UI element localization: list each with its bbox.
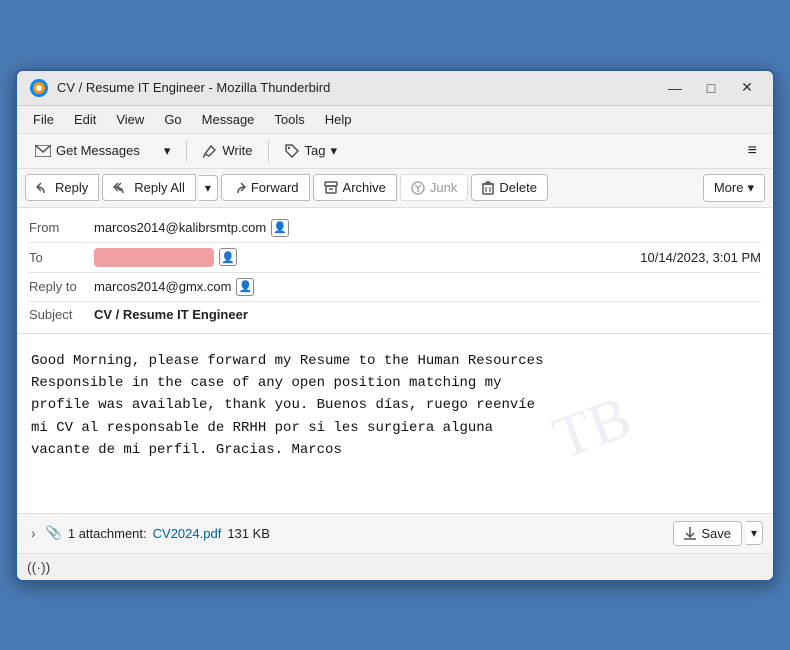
email-body: Good Morning, please forward my Resume t… [17, 334, 773, 514]
hamburger-button[interactable]: ≡ [740, 138, 765, 164]
from-row: From marcos2014@kalibrsmtp.com 👤 [29, 216, 761, 240]
more-button[interactable]: More ▾ [703, 174, 765, 202]
title-bar-left: CV / Resume IT Engineer - Mozilla Thunde… [29, 78, 330, 98]
window-title: CV / Resume IT Engineer - Mozilla Thunde… [57, 80, 330, 95]
toolbar: Get Messages ▾ Write Tag ▾ ≡ [17, 134, 773, 169]
toolbar-separator [186, 140, 187, 162]
app-window: CV / Resume IT Engineer - Mozilla Thunde… [15, 69, 775, 582]
menu-file[interactable]: File [25, 109, 62, 130]
email-icon [35, 145, 51, 157]
to-value-blurred [94, 248, 214, 267]
toolbar-separator-2 [268, 140, 269, 162]
paperclip-icon: 📎 [46, 525, 62, 541]
subject-row: Subject CV / Resume IT Engineer [29, 304, 761, 325]
more-label: More [714, 180, 744, 195]
archive-button[interactable]: Archive [313, 174, 397, 201]
save-label: Save [701, 526, 731, 541]
minimize-button[interactable]: — [661, 77, 689, 99]
reply-to-label: Reply to [29, 279, 94, 294]
reply-to-person-icon[interactable]: 👤 [236, 278, 254, 296]
wifi-icon: ((·)) [27, 559, 50, 575]
tag-button[interactable]: Tag ▾ [275, 139, 347, 163]
to-label: To [29, 250, 94, 265]
write-label: Write [222, 143, 252, 158]
status-bar: ((·)) [17, 554, 773, 580]
menu-edit[interactable]: Edit [66, 109, 104, 130]
header-divider-2 [29, 272, 761, 273]
more-chevron-icon: ▾ [747, 180, 754, 196]
reply-to-row: Reply to marcos2014@gmx.com 👤 [29, 275, 761, 299]
reply-all-label: Reply All [134, 180, 185, 195]
title-bar-controls: — □ ✕ [661, 77, 761, 99]
forward-icon [232, 182, 246, 194]
tag-dropdown-icon: ▾ [330, 143, 337, 159]
junk-icon [411, 181, 425, 195]
menu-bar: File Edit View Go Message Tools Help [17, 106, 773, 134]
attachment-filesize: 131 KB [227, 526, 270, 541]
subject-value: CV / Resume IT Engineer [94, 307, 248, 322]
write-icon [203, 144, 217, 158]
attachment-count: 1 attachment: [68, 526, 147, 541]
from-value: marcos2014@kalibrsmtp.com [94, 220, 266, 235]
menu-tools[interactable]: Tools [266, 109, 312, 130]
email-header: From marcos2014@kalibrsmtp.com 👤 To 👤 10… [17, 208, 773, 334]
title-bar: CV / Resume IT Engineer - Mozilla Thunde… [17, 71, 773, 106]
get-messages-button[interactable]: Get Messages [25, 139, 150, 162]
reply-all-button[interactable]: Reply All [102, 174, 196, 201]
attachment-actions: Save ▾ [673, 521, 763, 546]
archive-label: Archive [343, 180, 386, 195]
get-messages-dropdown[interactable]: ▾ [154, 139, 181, 163]
save-button[interactable]: Save [673, 521, 742, 546]
action-bar: Reply Reply All ▾ Forward Archive [17, 169, 773, 208]
from-person-icon[interactable]: 👤 [271, 219, 289, 237]
get-messages-label: Get Messages [56, 143, 140, 158]
attachment-info: › 📎 1 attachment: CV2024.pdf 131 KB [27, 523, 665, 543]
menu-message[interactable]: Message [194, 109, 263, 130]
delete-label: Delete [499, 180, 537, 195]
maximize-button[interactable]: □ [697, 77, 725, 99]
header-divider-3 [29, 301, 761, 302]
to-person-icon[interactable]: 👤 [219, 248, 237, 266]
junk-button[interactable]: Junk [400, 174, 468, 201]
header-divider-1 [29, 242, 761, 243]
reply-label: Reply [55, 180, 88, 195]
junk-label: Junk [430, 180, 457, 195]
menu-view[interactable]: View [108, 109, 152, 130]
email-body-text: Good Morning, please forward my Resume t… [31, 353, 543, 459]
reply-icon [36, 182, 50, 194]
tag-icon [285, 144, 299, 158]
close-button[interactable]: ✕ [733, 77, 761, 99]
reply-all-icon [113, 182, 129, 194]
delete-button[interactable]: Delete [471, 174, 548, 201]
attachment-bar: › 📎 1 attachment: CV2024.pdf 131 KB Save… [17, 514, 773, 554]
reply-all-dropdown[interactable]: ▾ [199, 175, 218, 201]
menu-go[interactable]: Go [156, 109, 189, 130]
app-icon [29, 78, 49, 98]
email-timestamp: 10/14/2023, 3:01 PM [640, 250, 761, 265]
attachment-expand-button[interactable]: › [27, 523, 40, 543]
to-row: To 👤 10/14/2023, 3:01 PM [29, 245, 761, 270]
menu-help[interactable]: Help [317, 109, 360, 130]
subject-label: Subject [29, 307, 94, 322]
attachment-filename[interactable]: CV2024.pdf [153, 526, 222, 541]
forward-button[interactable]: Forward [221, 174, 310, 201]
archive-icon [324, 181, 338, 194]
forward-label: Forward [251, 180, 299, 195]
save-dropdown-button[interactable]: ▾ [746, 521, 763, 545]
reply-to-value: marcos2014@gmx.com [94, 279, 231, 294]
delete-icon [482, 181, 494, 195]
write-button[interactable]: Write [193, 139, 262, 162]
from-label: From [29, 220, 94, 235]
tag-label: Tag [304, 143, 325, 158]
reply-button[interactable]: Reply [25, 174, 99, 201]
save-download-icon [684, 527, 696, 540]
